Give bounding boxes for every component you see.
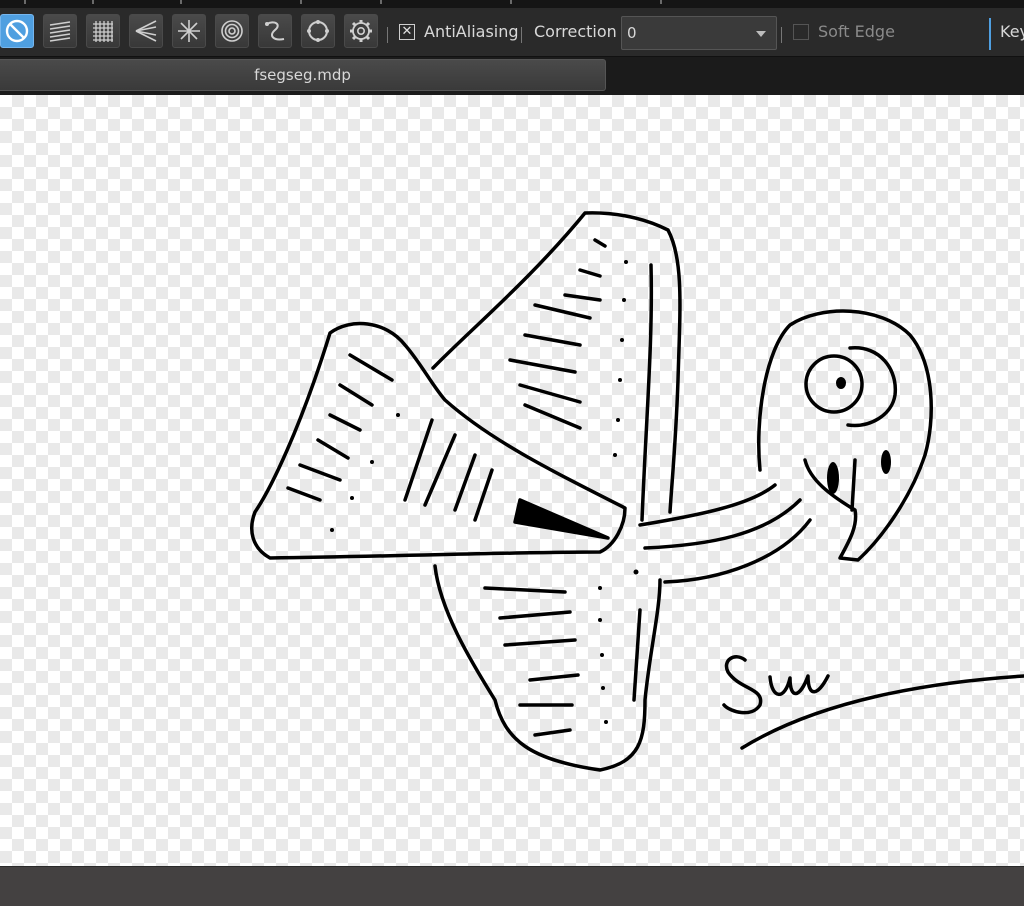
wing-shadow-wedge	[513, 498, 610, 540]
truncated-toolbar-label: Key	[1000, 22, 1024, 41]
document-tab-bar: fsegseg.mdp	[0, 57, 1024, 95]
concentric-circles-icon	[221, 20, 243, 42]
panel-divider	[989, 18, 991, 50]
front-wing-stripes-left	[286, 353, 394, 502]
radial-lines-icon	[178, 20, 200, 42]
grid-ruler-button[interactable]	[86, 14, 120, 48]
snap-toolbar: ✕ AntiAliasing Correction 0 Soft Edge Ke…	[0, 8, 1024, 57]
grid-icon	[93, 21, 113, 42]
toolbar-separator	[781, 27, 782, 43]
top-strip-tick	[380, 0, 382, 4]
window-top-strip	[0, 0, 1024, 8]
radial-ruler-button[interactable]	[172, 14, 206, 48]
perspective-ruler-button[interactable]	[129, 14, 163, 48]
bird-sketch	[250, 211, 1024, 772]
lower-body-shaft	[632, 608, 642, 702]
top-strip-tick	[510, 0, 512, 4]
antialiasing-checkbox[interactable]: ✕	[399, 24, 415, 40]
signature-ink	[722, 655, 1024, 750]
top-strip-tick	[24, 0, 26, 4]
beak-line	[850, 458, 857, 512]
soft-edge-checkbox[interactable]	[793, 24, 809, 40]
document-tab[interactable]: fsegseg.mdp	[0, 59, 606, 91]
nostril-left	[827, 462, 839, 494]
nostril-right	[881, 450, 891, 474]
toolbar-separator	[521, 27, 522, 43]
settings-gear-icon	[350, 20, 372, 42]
top-strip-tick	[180, 0, 182, 4]
head-outline	[757, 309, 933, 562]
curve-ruler-icon	[265, 21, 285, 41]
neck-upper-line	[638, 483, 777, 527]
ellipse-ruler-button[interactable]	[301, 14, 335, 48]
ellipse-ruler-icon	[307, 20, 329, 42]
perspective-lines-icon	[135, 20, 157, 42]
parallel-ruler-button[interactable]	[43, 14, 77, 48]
document-tab-title: fsegseg.mdp	[254, 66, 351, 84]
toolbar-separator	[387, 27, 388, 43]
back-wing-stripes	[508, 238, 607, 430]
lower-body-outline	[433, 564, 662, 772]
correction-dropdown[interactable]: 0	[621, 16, 777, 50]
front-wing-stripes-right	[403, 418, 494, 522]
no-ruler-button[interactable]	[0, 14, 34, 48]
checkmark-icon: ✕	[401, 24, 413, 39]
eye-outer	[804, 354, 864, 414]
concentric-ruler-button[interactable]	[215, 14, 249, 48]
eye-pupil	[836, 377, 846, 389]
drawing-canvas[interactable]	[0, 95, 1024, 866]
antialiasing-label: AntiAliasing	[424, 22, 519, 41]
top-strip-tick	[300, 0, 302, 4]
eye-ridge	[846, 346, 898, 428]
curve-ruler-button[interactable]	[258, 14, 292, 48]
correction-label: Correction	[534, 22, 617, 41]
back-wing-shaft	[640, 263, 654, 522]
snap-settings-button[interactable]	[344, 14, 378, 48]
soft-edge-label: Soft Edge	[818, 22, 895, 41]
top-strip-tick	[660, 0, 662, 4]
parallel-lines-icon	[49, 21, 71, 42]
neck-lower-line	[663, 518, 812, 584]
status-bar	[0, 866, 1024, 906]
top-strip-tick	[92, 0, 94, 4]
correction-value: 0	[627, 24, 637, 42]
no-ruler-icon	[5, 19, 29, 43]
chevron-down-icon	[756, 31, 766, 37]
